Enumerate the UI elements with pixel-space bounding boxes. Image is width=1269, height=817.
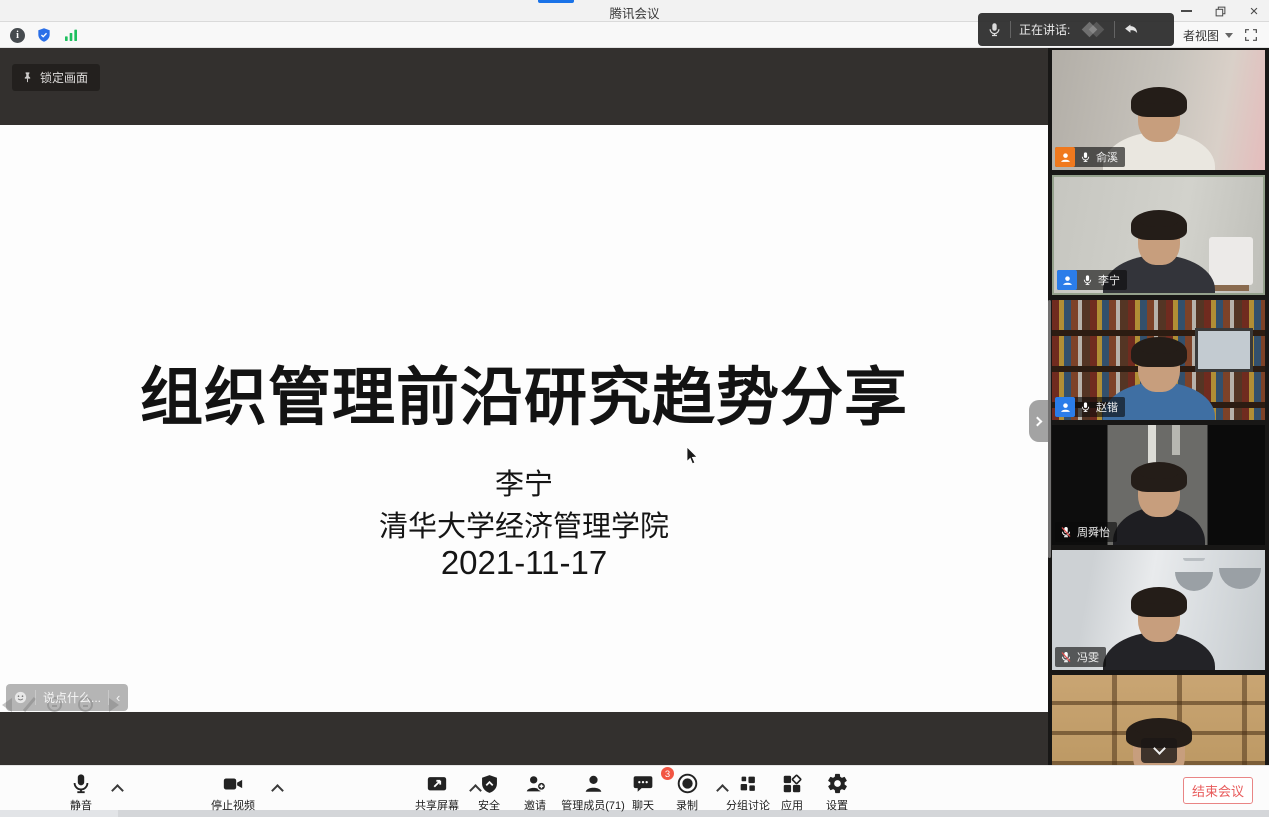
- scene-lamp: [1219, 568, 1261, 589]
- member-badge-icon: [1055, 397, 1075, 417]
- chat-label: 聊天: [619, 797, 667, 813]
- view-mode-label: 者视图: [1183, 27, 1219, 44]
- window-controls: ×: [1177, 0, 1263, 22]
- quick-chat-bar[interactable]: 说点什么... ‹: [6, 684, 128, 711]
- participant-video-zhaokai[interactable]: 赵锴: [1052, 300, 1265, 420]
- speaking-indicator-tooltip: 正在讲话:: [978, 13, 1174, 46]
- slide-presenter: 李宁: [0, 461, 1048, 503]
- mic-on-icon: [1080, 150, 1091, 164]
- chat-collapse-icon[interactable]: ‹: [116, 691, 120, 704]
- video-options-chevron[interactable]: [271, 784, 284, 797]
- sidebar-collapse-handle[interactable]: [1029, 400, 1048, 442]
- gear-icon: [826, 772, 849, 795]
- share-screen-label: 共享屏幕: [407, 797, 467, 813]
- pin-icon: [21, 71, 34, 84]
- fullscreen-icon[interactable]: [1243, 27, 1259, 43]
- member-icon: [582, 773, 605, 795]
- logo-diamonds-icon: [1084, 24, 1102, 35]
- chevron-right-icon: [1033, 416, 1043, 426]
- security-label: 安全: [465, 797, 513, 813]
- mic-on-icon: [1080, 400, 1091, 414]
- participant-name: 李宁: [1098, 272, 1120, 288]
- apps-button[interactable]: 应用: [768, 771, 816, 813]
- chevron-down-icon: [1153, 742, 1166, 755]
- stop-video-label: 停止视频: [203, 797, 263, 813]
- host-badge-icon: [1055, 147, 1075, 167]
- mute-options-chevron[interactable]: [111, 784, 124, 797]
- participants-sidebar: 俞溪 李宁 赵锴 周舜怡 冯雯: [1048, 48, 1269, 765]
- apps-label: 应用: [768, 797, 816, 813]
- chat-input-placeholder[interactable]: 说点什么...: [43, 689, 101, 706]
- scene-printer: [1209, 237, 1253, 285]
- apps-grid-icon: [781, 773, 803, 795]
- participant-figure: [1113, 467, 1205, 545]
- settings-label: 设置: [813, 797, 861, 813]
- breakout-squares-icon: [737, 773, 759, 795]
- mic-on-icon: [1082, 273, 1093, 287]
- network-signal-icon[interactable]: [63, 27, 79, 43]
- meeting-control-bar: 静音 停止视频 共享屏幕 安全 邀请 管理成员(71) 3 聊天 录制 分组讨论: [0, 765, 1269, 810]
- mic-muted-icon: [1060, 650, 1072, 664]
- participant-video-lining[interactable]: 李宁: [1052, 175, 1265, 295]
- invite-person-icon: [524, 773, 547, 795]
- shield-icon: [479, 773, 500, 795]
- restore-button[interactable]: [1211, 2, 1229, 20]
- mic-muted-icon: [1060, 525, 1072, 539]
- meeting-info-icon[interactable]: i: [10, 28, 25, 43]
- participant-name: 冯雯: [1077, 649, 1099, 665]
- slide-affiliation: 清华大学经济管理学院: [0, 503, 1048, 545]
- record-label: 录制: [663, 797, 711, 813]
- scene-lamp: [1175, 572, 1213, 591]
- participant-figure: [1103, 592, 1215, 670]
- participant-name: 周舜怡: [1077, 524, 1110, 540]
- record-button[interactable]: 录制: [663, 771, 711, 813]
- mute-button[interactable]: 静音: [57, 771, 105, 813]
- participant-nameplate: 赵锴: [1055, 397, 1125, 417]
- lock-view-button[interactable]: 锁定画面: [12, 64, 100, 91]
- mic-icon: [70, 772, 92, 795]
- security-button[interactable]: 安全: [465, 771, 513, 813]
- view-mode-dropdown[interactable]: 者视图: [1183, 27, 1233, 44]
- participant-nameplate: 李宁: [1057, 270, 1127, 290]
- presentation-slide: 组织管理前沿研究趋势分享 李宁 清华大学经济管理学院 2021-11-17: [0, 125, 1048, 712]
- shared-screen-area: 锁定画面 组织管理前沿研究趋势分享 李宁 清华大学经济管理学院 2021-11-…: [0, 48, 1048, 765]
- sidebar-scrollbar[interactable]: [1048, 300, 1051, 558]
- mute-label: 静音: [57, 797, 105, 813]
- speaking-label: 正在讲话:: [1019, 21, 1070, 38]
- chevron-down-icon: [1225, 33, 1233, 38]
- scroll-down-button[interactable]: [1141, 738, 1177, 763]
- security-shield-icon[interactable]: [36, 27, 52, 43]
- mouse-cursor: [686, 447, 698, 465]
- close-button[interactable]: ×: [1245, 2, 1263, 20]
- slide-date: 2021-11-17: [0, 544, 1048, 582]
- member-badge-icon: [1057, 270, 1077, 290]
- participant-video-yuxi[interactable]: 俞溪: [1052, 50, 1265, 170]
- share-screen-button[interactable]: 共享屏幕: [407, 771, 467, 813]
- share-screen-icon: [425, 773, 449, 795]
- chat-bubble-icon: [632, 773, 654, 795]
- participant-video-zhoushunyi[interactable]: 周舜怡: [1052, 425, 1265, 545]
- lock-view-label: 锁定画面: [40, 69, 88, 86]
- minimize-button[interactable]: [1177, 2, 1195, 20]
- camera-icon: [221, 773, 245, 795]
- end-meeting-button[interactable]: 结束会议: [1183, 777, 1253, 804]
- slide-title: 组织管理前沿研究趋势分享: [0, 347, 1048, 438]
- chat-button[interactable]: 3 聊天: [619, 771, 667, 813]
- mic-icon: [987, 22, 1002, 37]
- settings-button[interactable]: 设置: [813, 771, 861, 813]
- stop-video-button[interactable]: 停止视频: [203, 771, 263, 813]
- participant-nameplate: 周舜怡: [1055, 522, 1117, 542]
- participant-name: 赵锴: [1096, 399, 1118, 415]
- reply-arrow-icon[interactable]: [1123, 21, 1140, 38]
- record-icon: [676, 772, 699, 795]
- participant-nameplate: 俞溪: [1055, 147, 1125, 167]
- scene-ceiling-light: [1172, 425, 1180, 455]
- participant-name: 俞溪: [1096, 149, 1118, 165]
- participant-video-fengwen[interactable]: 冯雯: [1052, 550, 1265, 670]
- participant-nameplate: 冯雯: [1055, 647, 1106, 667]
- emoji-smiley-icon[interactable]: [13, 690, 28, 705]
